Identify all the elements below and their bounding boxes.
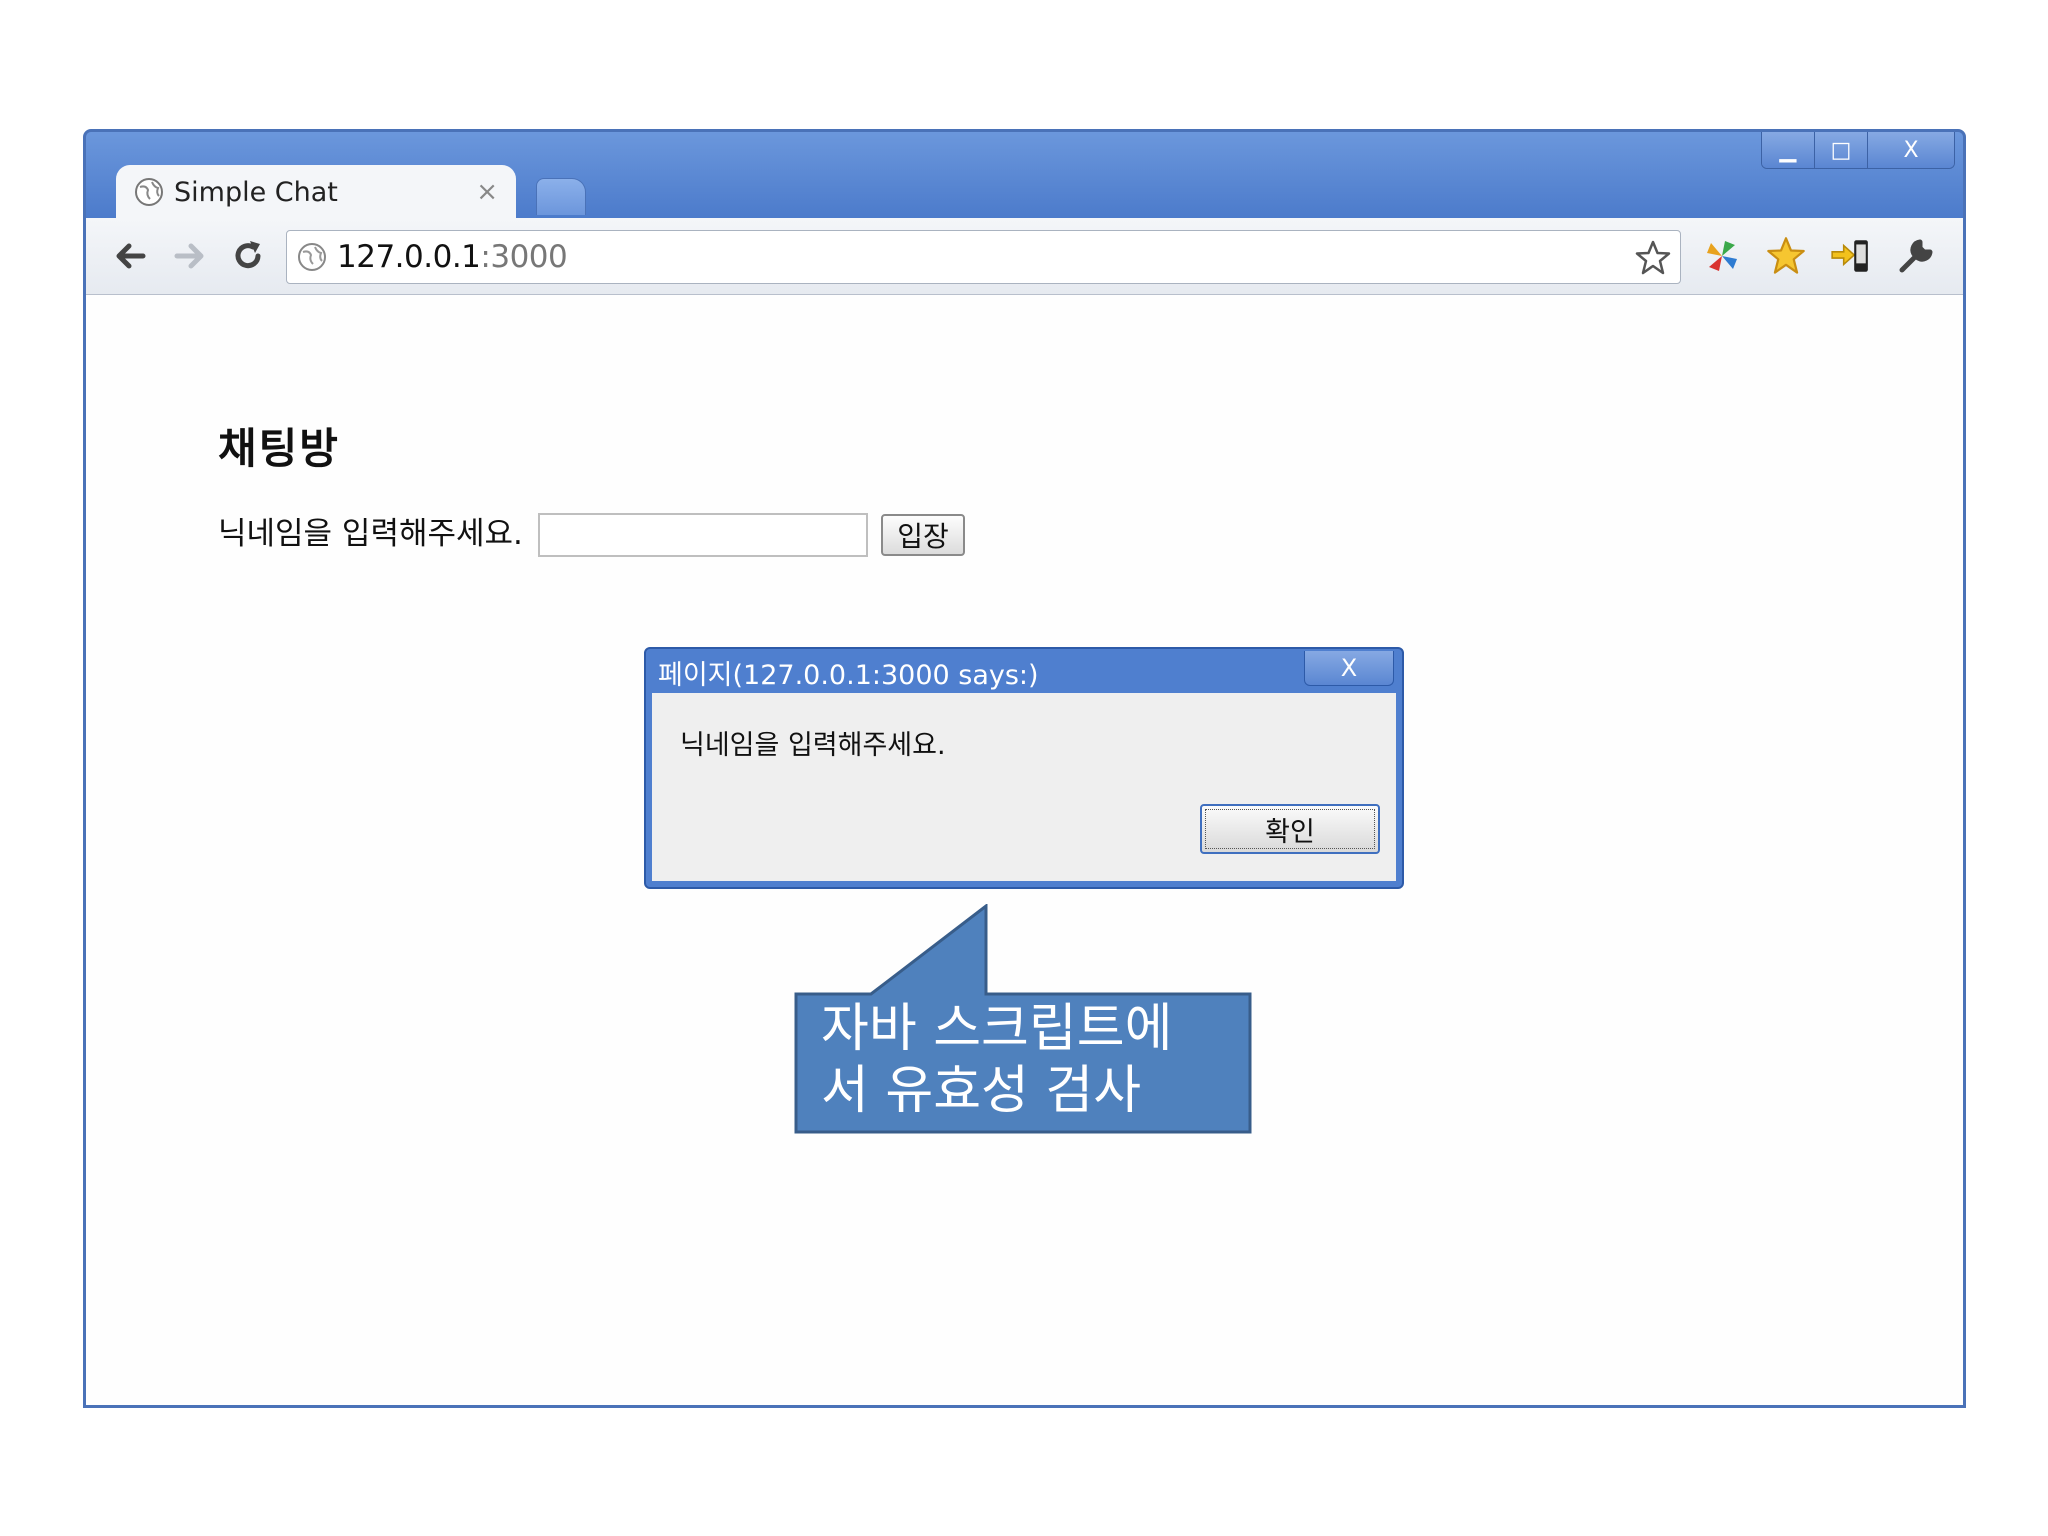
bookmark-star-icon[interactable] bbox=[1634, 239, 1672, 277]
dialog-body: 닉네임을 입력해주세요. 확인 bbox=[652, 693, 1396, 881]
tab-close-icon[interactable]: × bbox=[476, 177, 498, 207]
forward-button[interactable] bbox=[168, 234, 212, 278]
toolbar: 127.0.0.1:3000 bbox=[86, 218, 1963, 295]
dialog-message: 닉네임을 입력해주세요. bbox=[680, 730, 946, 761]
url-host: 127.0.0.1 bbox=[337, 239, 481, 275]
forward-arrow-icon bbox=[174, 243, 204, 269]
title-bar: ▁ □ X Simple Chat × bbox=[86, 132, 1963, 219]
dialog-ok-button[interactable]: 확인 bbox=[1200, 804, 1380, 854]
page-title: 채팅방 bbox=[218, 424, 340, 473]
tab-title: Simple Chat bbox=[174, 176, 338, 208]
close-window-button[interactable]: X bbox=[1867, 132, 1954, 168]
back-button[interactable] bbox=[108, 234, 152, 278]
dialog-title: 페이지(127.0.0.1:3000 says:) bbox=[658, 660, 1039, 691]
settings-wrench-button[interactable] bbox=[1890, 232, 1938, 280]
reload-button[interactable] bbox=[226, 234, 270, 278]
address-bar[interactable]: 127.0.0.1:3000 bbox=[286, 230, 1681, 284]
callout-text: 자바 스크립트에 서 유효성 검사 bbox=[821, 999, 1173, 1121]
annotation-callout: 자바 스크립트에 서 유효성 검사 bbox=[794, 904, 1254, 1134]
nickname-prompt-label: 닉네임을 입력해주세요. bbox=[218, 516, 523, 552]
dialog-close-button[interactable]: X bbox=[1304, 651, 1394, 686]
url-port: :3000 bbox=[480, 239, 568, 275]
enter-button[interactable]: 입장 bbox=[881, 514, 965, 556]
globe-icon bbox=[135, 178, 163, 206]
send-to-mobile-button[interactable] bbox=[1826, 232, 1874, 280]
new-tab-button[interactable] bbox=[536, 178, 586, 215]
bookmarks-star-button[interactable] bbox=[1762, 232, 1810, 280]
maximize-button[interactable]: □ bbox=[1814, 132, 1867, 168]
alert-dialog: 페이지(127.0.0.1:3000 says:) X 닉네임을 입력해주세요.… bbox=[644, 647, 1404, 889]
tab-simple-chat[interactable]: Simple Chat × bbox=[116, 165, 516, 219]
globe-icon bbox=[298, 243, 326, 271]
gold-star-icon bbox=[1767, 237, 1805, 274]
minimize-button[interactable]: ▁ bbox=[1762, 132, 1814, 168]
reload-icon bbox=[235, 241, 261, 269]
send-to-phone-icon bbox=[1831, 240, 1868, 272]
extension-puzzle-icon[interactable] bbox=[1698, 232, 1746, 280]
window-controls: ▁ □ X bbox=[1761, 132, 1955, 169]
pinwheel-icon bbox=[1707, 241, 1737, 271]
wrench-icon bbox=[1899, 239, 1933, 273]
nickname-input[interactable] bbox=[538, 513, 868, 557]
back-arrow-icon bbox=[116, 243, 146, 269]
url-text: 127.0.0.1:3000 bbox=[337, 239, 568, 275]
